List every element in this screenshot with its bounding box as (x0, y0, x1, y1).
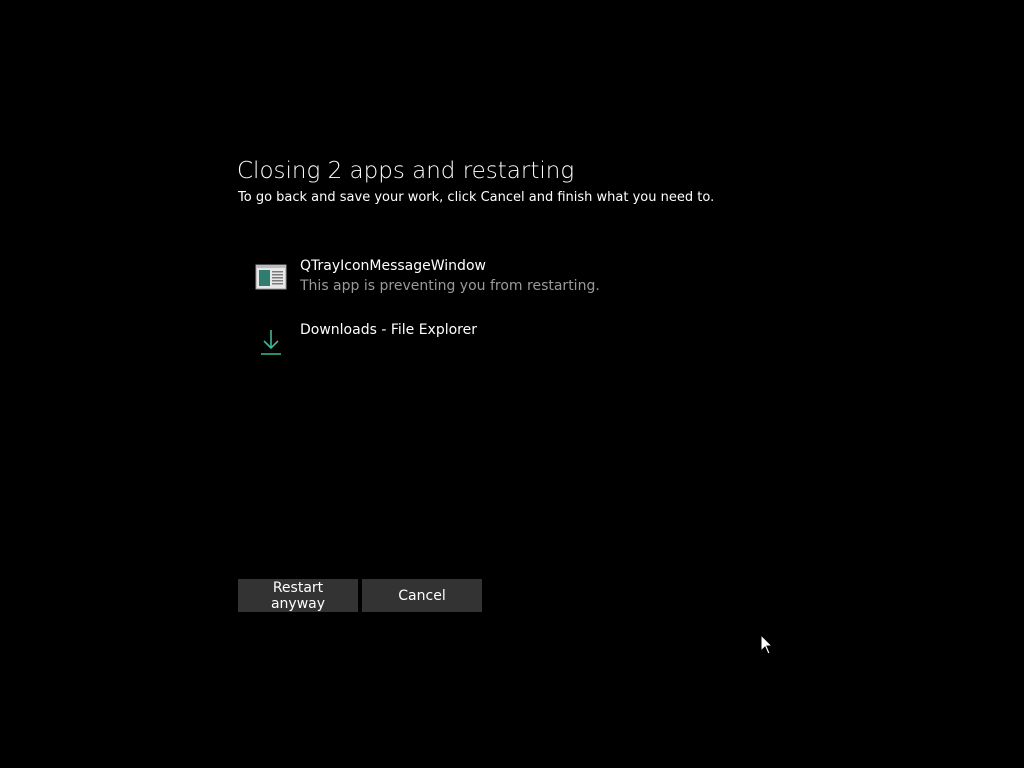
dialog-buttons: Restart anyway Cancel (238, 579, 482, 612)
app-name: Downloads - File Explorer (300, 322, 478, 338)
app-text: Downloads - File Explorer (300, 320, 477, 340)
restart-anyway-button[interactable]: Restart anyway (238, 579, 358, 612)
dialog-subtitle: To go back and save your work, click Can… (238, 190, 715, 205)
mouse-pointer-icon (760, 633, 774, 656)
download-icon (255, 325, 287, 357)
dialog-title: Closing 2 apps and restarting (237, 158, 575, 184)
restart-screen: Closing 2 apps and restarting To go back… (0, 0, 1024, 768)
app-text: QTrayIconMessageWindow This app is preve… (300, 256, 600, 296)
app-window-icon (255, 261, 287, 293)
app-name: QTrayIconMessageWindow (300, 258, 486, 274)
app-item-qtrayicon: QTrayIconMessageWindow This app is preve… (255, 255, 775, 319)
cancel-button[interactable]: Cancel (362, 579, 482, 612)
blocking-app-list: QTrayIconMessageWindow This app is preve… (255, 255, 775, 383)
app-status: This app is preventing you from restarti… (300, 278, 600, 294)
app-item-downloads: Downloads - File Explorer (255, 319, 775, 383)
